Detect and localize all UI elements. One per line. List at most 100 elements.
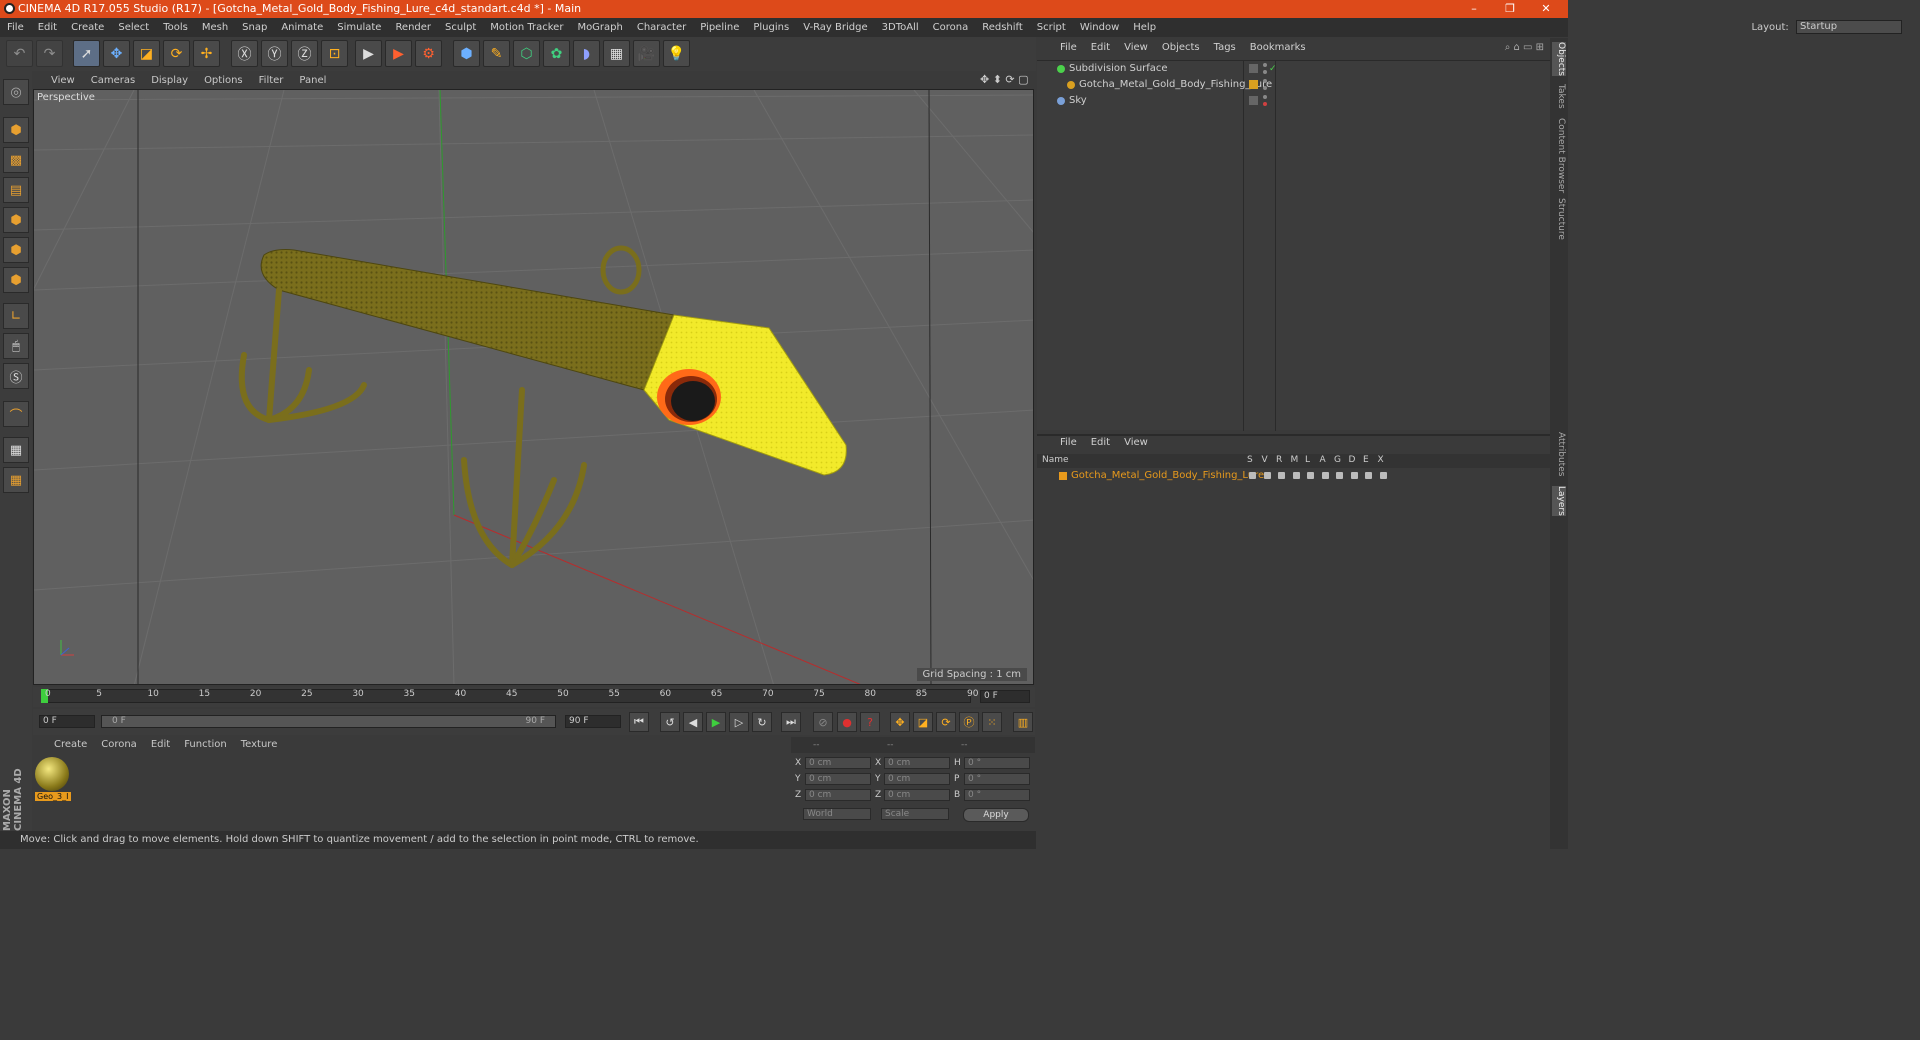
- motion-record-icon[interactable]: ⊘: [813, 712, 833, 732]
- tweak-mode-icon[interactable]: 🖱: [3, 333, 29, 359]
- object-menu-view[interactable]: View: [1117, 38, 1155, 58]
- viewport-menu-panel[interactable]: Panel: [291, 72, 334, 89]
- menu-select[interactable]: Select: [111, 18, 156, 37]
- material-menu-texture[interactable]: Texture: [234, 737, 285, 753]
- editor-visibility-icon[interactable]: [1263, 95, 1267, 99]
- key-pla-icon[interactable]: ⁙: [982, 712, 1002, 732]
- layer-flag-icon[interactable]: [1278, 472, 1285, 479]
- minimize-button[interactable]: –: [1456, 0, 1492, 18]
- transform-tool-icon[interactable]: ✢: [193, 40, 220, 67]
- layer-column-name[interactable]: Name: [1042, 455, 1069, 465]
- polygons-mode-icon[interactable]: ⬢: [3, 267, 29, 293]
- current-frame-field[interactable]: 0 F: [980, 690, 1030, 703]
- menu-motion-tracker[interactable]: Motion Tracker: [483, 18, 570, 37]
- next-frame-icon[interactable]: ▷: [729, 712, 749, 732]
- material-menu-edit[interactable]: Edit: [144, 737, 177, 753]
- record-active-icon[interactable]: ●: [837, 712, 857, 732]
- go-to-end-icon[interactable]: ⏭: [781, 712, 801, 732]
- layer-toggle-icon[interactable]: [1249, 64, 1258, 73]
- material-menu-create[interactable]: Create: [47, 737, 94, 753]
- start-frame-field[interactable]: 0 F: [39, 715, 95, 728]
- deformer-icon[interactable]: ◗: [573, 40, 600, 67]
- menu-snap[interactable]: Snap: [235, 18, 274, 37]
- object-menu-edit[interactable]: Edit: [1084, 38, 1117, 58]
- timeline-window-icon[interactable]: ▥: [1013, 712, 1033, 732]
- object-row[interactable]: Sky: [1037, 93, 1550, 109]
- menu-simulate[interactable]: Simulate: [330, 18, 388, 37]
- layer-menu-file[interactable]: File: [1053, 436, 1084, 450]
- menu-window[interactable]: Window: [1073, 18, 1126, 37]
- layer-column-x[interactable]: X: [1378, 455, 1384, 465]
- coordinate-space-dropdown[interactable]: World: [803, 808, 871, 820]
- key-position-icon[interactable]: ✥: [890, 712, 910, 732]
- layout-selector[interactable]: Layout: Startup: [1751, 20, 1902, 34]
- close-button[interactable]: ✕: [1528, 0, 1564, 18]
- viewport-menu-view[interactable]: View: [43, 72, 83, 89]
- side-tab-structure[interactable]: Structure: [1552, 198, 1566, 240]
- make-editable-icon[interactable]: ◎: [3, 79, 29, 105]
- coord-rotation-field[interactable]: 0 °: [964, 789, 1030, 801]
- layer-column-l[interactable]: L: [1305, 455, 1310, 465]
- object-manager-tools[interactable]: ⌕ ⌂ ▭ ⊞: [1505, 42, 1544, 53]
- menu-character[interactable]: Character: [630, 18, 693, 37]
- x-axis-lock-icon[interactable]: Ⓧ: [231, 40, 258, 67]
- pen-spline-icon[interactable]: ✎: [483, 40, 510, 67]
- viewport-menu-cameras[interactable]: Cameras: [83, 72, 143, 89]
- move-tool-icon[interactable]: ✥: [103, 40, 130, 67]
- coord-size-field[interactable]: 0 cm: [884, 773, 950, 785]
- editor-visibility-icon[interactable]: [1263, 63, 1267, 67]
- menu-mograph[interactable]: MoGraph: [570, 18, 629, 37]
- menu-create[interactable]: Create: [64, 18, 111, 37]
- key-rotation-icon[interactable]: ⟳: [936, 712, 956, 732]
- object-menu-bookmarks[interactable]: Bookmarks: [1243, 38, 1313, 58]
- viewport-menu-options[interactable]: Options: [196, 72, 251, 89]
- points-mode-icon[interactable]: ⬢: [3, 207, 29, 233]
- side-tab-takes[interactable]: Takes: [1552, 84, 1566, 109]
- layer-row[interactable]: Gotcha_Metal_Gold_Body_Fishing_Lure: [1037, 468, 1550, 484]
- layer-column-g[interactable]: G: [1334, 455, 1341, 465]
- viewport-nav-icons[interactable]: ✥ ⬍ ⟳ ▢: [980, 73, 1029, 86]
- undo-icon[interactable]: ↶: [6, 40, 33, 67]
- coord-position-field[interactable]: 0 cm: [805, 789, 871, 801]
- render-visibility-icon[interactable]: [1263, 102, 1267, 106]
- snap-icon[interactable]: Ⓢ: [3, 363, 29, 389]
- menu-plugins[interactable]: Plugins: [746, 18, 796, 37]
- menu-pipeline[interactable]: Pipeline: [693, 18, 746, 37]
- layer-column-m[interactable]: M: [1291, 455, 1299, 465]
- coord-rotation-field[interactable]: 0 °: [964, 773, 1030, 785]
- workplane-lock-icon[interactable]: ▦: [3, 437, 29, 463]
- layer-column-e[interactable]: E: [1363, 455, 1369, 465]
- viewport-menu-filter[interactable]: Filter: [251, 72, 292, 89]
- menu-mesh[interactable]: Mesh: [195, 18, 235, 37]
- side-tab-layers[interactable]: Layers: [1552, 486, 1566, 516]
- menu-sculpt[interactable]: Sculpt: [438, 18, 483, 37]
- menu-corona[interactable]: Corona: [926, 18, 976, 37]
- viewport-menu-display[interactable]: Display: [143, 72, 196, 89]
- end-frame-field[interactable]: 90 F: [565, 715, 621, 728]
- layout-dropdown[interactable]: Startup: [1796, 20, 1902, 34]
- frame-range-slider[interactable]: 0 F 90 F: [101, 715, 556, 728]
- menu-render[interactable]: Render: [388, 18, 438, 37]
- object-menu-file[interactable]: File: [1053, 38, 1084, 58]
- layer-menu-edit[interactable]: Edit: [1084, 436, 1117, 450]
- y-axis-lock-icon[interactable]: Ⓨ: [261, 40, 288, 67]
- layer-flag-icon[interactable]: [1307, 472, 1314, 479]
- render-settings-icon[interactable]: ⚙: [415, 40, 442, 67]
- layer-flag-icon[interactable]: [1263, 472, 1271, 479]
- render-visibility-icon[interactable]: [1263, 86, 1267, 90]
- enabled-check-icon[interactable]: ✓: [1269, 61, 1277, 77]
- autokey-icon[interactable]: ?: [860, 712, 880, 732]
- layer-flag-icon[interactable]: [1336, 472, 1343, 479]
- layer-column-s[interactable]: S: [1247, 455, 1253, 465]
- coord-size-field[interactable]: 0 cm: [884, 789, 950, 801]
- layer-column-d[interactable]: D: [1349, 455, 1356, 465]
- render-visibility-icon[interactable]: [1263, 70, 1267, 74]
- layer-column-r[interactable]: R: [1276, 455, 1282, 465]
- menu-tools[interactable]: Tools: [156, 18, 195, 37]
- side-tab-attributes[interactable]: Attributes: [1552, 432, 1566, 476]
- redo-icon[interactable]: ↷: [36, 40, 63, 67]
- previous-key-icon[interactable]: ↺: [660, 712, 680, 732]
- magnet-icon[interactable]: ⌒: [3, 401, 29, 427]
- previous-frame-icon[interactable]: ◀: [683, 712, 703, 732]
- render-picture-viewer-icon[interactable]: ▶: [385, 40, 412, 67]
